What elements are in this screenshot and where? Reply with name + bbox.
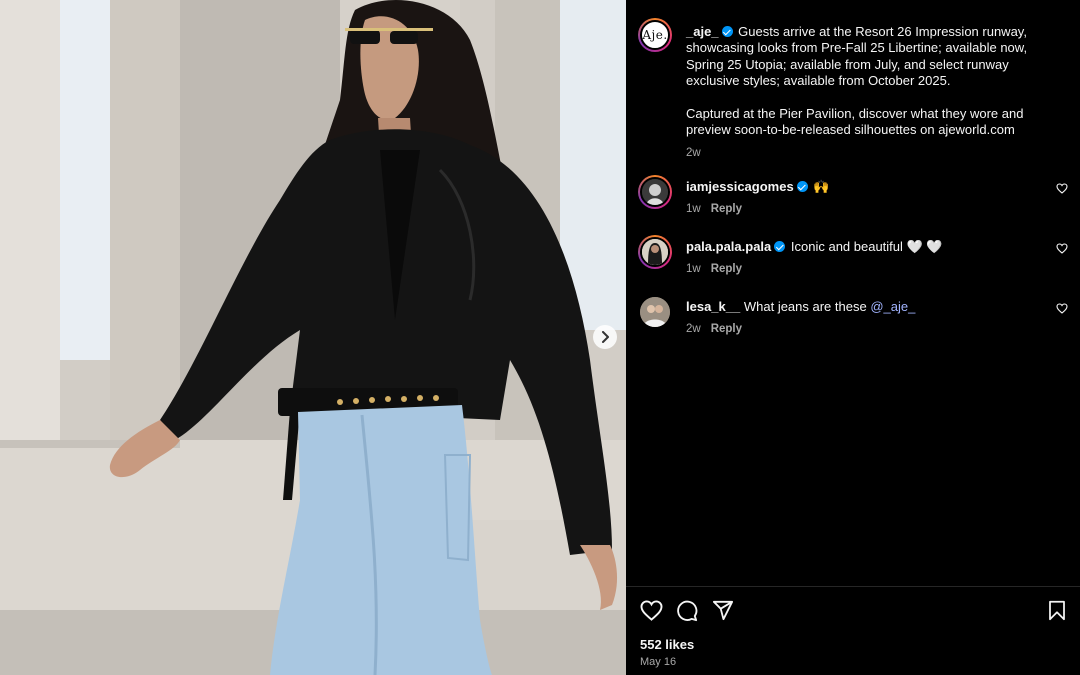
divider bbox=[626, 586, 1080, 587]
comment-item: lesa_k__ What jeans are these @_aje_ 2w R… bbox=[638, 295, 1080, 339]
post-photo bbox=[0, 0, 626, 675]
bookmark-icon[interactable] bbox=[1048, 600, 1066, 621]
comment-text: What jeans are these bbox=[743, 299, 867, 314]
reply-button[interactable]: Reply bbox=[711, 323, 742, 335]
comment-timestamp[interactable]: 2w bbox=[686, 323, 701, 335]
caption-text: Guests arrive at the Resort 26 Impressio… bbox=[686, 24, 1028, 88]
comment-text: Iconic and beautiful 🤍 🤍 bbox=[790, 239, 943, 254]
comment-mention-link[interactable]: @_aje_ bbox=[870, 299, 915, 314]
comment-username[interactable]: iamjessicagomes bbox=[686, 179, 794, 194]
comment-like-heart-icon[interactable] bbox=[1056, 303, 1068, 314]
commenter-avatar[interactable] bbox=[640, 297, 670, 327]
comment-username[interactable]: lesa_k__ bbox=[686, 299, 740, 314]
comment-timestamp[interactable]: 1w bbox=[686, 203, 701, 215]
comment-item: pala.pala.pala Iconic and beautiful 🤍 🤍 … bbox=[638, 235, 1080, 279]
comment-icon[interactable] bbox=[676, 600, 698, 622]
caption-text-2: Captured at the Pier Pavilion, discover … bbox=[686, 105, 1024, 137]
verified-badge-icon bbox=[721, 26, 733, 37]
commenter-avatar[interactable] bbox=[638, 175, 672, 209]
chevron-right-icon bbox=[602, 331, 609, 343]
avatar-photo bbox=[640, 297, 670, 327]
paper-plane-icon[interactable] bbox=[712, 600, 734, 621]
action-bar bbox=[640, 600, 1066, 622]
next-image-button[interactable] bbox=[593, 325, 617, 349]
verified-badge-icon bbox=[774, 241, 786, 252]
brand-logo: Aje. bbox=[642, 28, 668, 42]
comment-text: 🙌 bbox=[813, 179, 830, 194]
reply-button[interactable]: Reply bbox=[711, 263, 742, 275]
avatar-photo bbox=[642, 239, 668, 265]
commenter-avatar[interactable] bbox=[638, 235, 672, 269]
post-image[interactable] bbox=[0, 0, 626, 675]
post-details-panel: Aje. _aje_ Guests arrive at the Resort 2… bbox=[626, 0, 1080, 675]
reply-button[interactable]: Reply bbox=[711, 203, 742, 215]
post-date: May 16 bbox=[640, 656, 677, 668]
verified-badge-icon bbox=[796, 181, 808, 192]
comment-username[interactable]: pala.pala.pala bbox=[686, 239, 771, 254]
comment-item: iamjessicagomes 🙌 1w Reply bbox=[638, 175, 1080, 219]
comment-timestamp[interactable]: 1w bbox=[686, 263, 701, 275]
likes-count[interactable]: 552 likes bbox=[640, 637, 694, 652]
comment-like-heart-icon[interactable] bbox=[1056, 243, 1068, 254]
author-avatar[interactable]: Aje. bbox=[638, 18, 672, 52]
heart-icon[interactable] bbox=[640, 600, 663, 621]
comment-like-heart-icon[interactable] bbox=[1056, 183, 1068, 194]
avatar-photo bbox=[642, 179, 668, 205]
caption-timestamp[interactable]: 2w bbox=[686, 147, 701, 159]
author-username[interactable]: _aje_ bbox=[686, 24, 719, 39]
